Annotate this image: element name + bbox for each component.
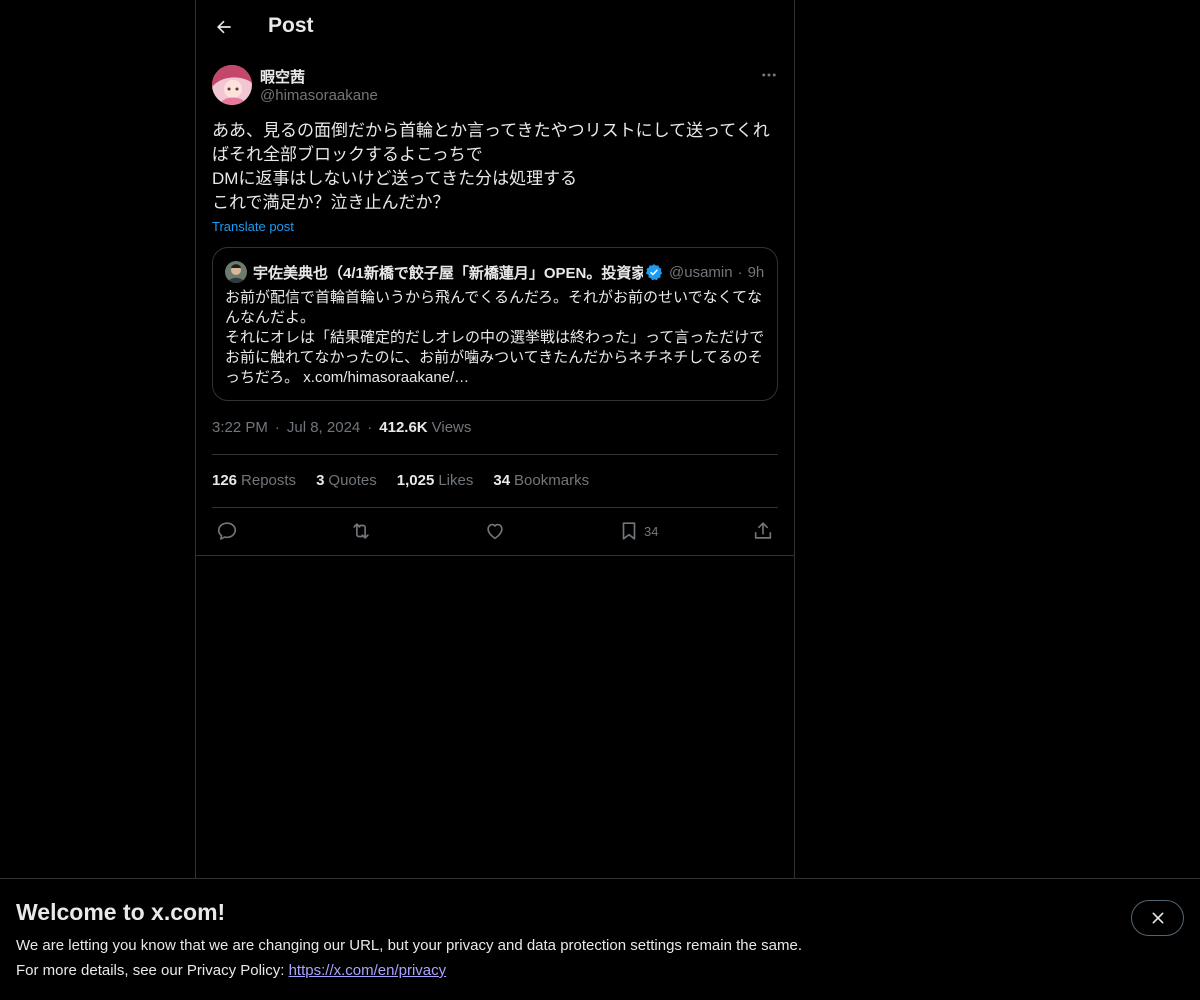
reply-button[interactable]: [216, 518, 238, 544]
author-handle[interactable]: @himasoraakane: [260, 87, 378, 104]
stat-count: 34: [493, 472, 511, 489]
quoted-post[interactable]: 宇佐美典也（4/1新橋で餃子屋「新橋蓮月」OPEN。投資家 @usamin · …: [212, 247, 778, 401]
post-time[interactable]: 3:22 PM: [212, 419, 268, 436]
close-icon: [1152, 912, 1163, 924]
bookmark-icon: [622, 522, 636, 540]
divider: [212, 454, 778, 455]
banner-title: Welcome to x.com!: [16, 899, 226, 925]
post-date[interactable]: Jul 8, 2024: [287, 419, 360, 436]
repost-icon: [353, 523, 369, 539]
quoted-post-header: 宇佐美典也（4/1新橋で餃子屋「新橋蓮月」OPEN。投資家 @usamin · …: [225, 260, 765, 284]
share-button[interactable]: [752, 518, 774, 544]
more-horizontal-icon: [762, 73, 776, 77]
quote-handle[interactable]: @usamin: [669, 264, 733, 281]
verified-badge-icon: [645, 264, 663, 281]
quote-avatar[interactable]: [225, 261, 247, 283]
stat-count: 3: [316, 472, 325, 489]
stat-label: Likes: [438, 472, 474, 489]
header: Post: [196, 0, 794, 53]
reply-icon: [217, 522, 237, 540]
banner-privacy-text: For more details, see our Privacy Policy…: [16, 962, 289, 979]
back-button[interactable]: [208, 11, 240, 43]
quote-url-link[interactable]: x.com/himasoraakane/…: [303, 369, 469, 386]
banner-message: We are letting you know that we are chan…: [16, 937, 802, 954]
views-count: 412.6K: [379, 419, 428, 436]
author-display-name[interactable]: 暇空茜: [260, 66, 305, 87]
views-label: Views: [431, 419, 472, 436]
bookmark-button[interactable]: 34: [618, 518, 658, 544]
primary-column: Post 暇空茜 @himasoraakane ああ、見るの面倒だから首輪とか言…: [195, 0, 795, 1000]
like-button[interactable]: [484, 518, 506, 544]
welcome-banner: Welcome to x.com! We are letting you kno…: [0, 878, 1200, 1000]
banner-privacy-line: For more details, see our Privacy Policy…: [16, 962, 446, 979]
more-options-button[interactable]: [756, 64, 782, 86]
bookmarks-stat[interactable]: 34 Bookmarks: [493, 472, 589, 489]
repost-button[interactable]: [350, 518, 372, 544]
quote-timestamp[interactable]: 9h: [748, 264, 765, 281]
post-line: これで満足か？泣き止んだか？: [212, 193, 450, 212]
stat-count: 126: [212, 472, 238, 489]
post-text: ああ、見るの面倒だから首輪とか言ってきたやつリストにして送ってくればそれ全部ブロ…: [212, 119, 780, 215]
quote-avatar-image: [225, 261, 247, 283]
meta-separator: ·: [274, 419, 280, 436]
likes-stat[interactable]: 1,025 Likes: [397, 472, 474, 489]
heart-icon: [487, 523, 503, 540]
post-line: ああ、見るの面倒だから首輪とか言ってきたやつリストにして送ってくればそれ全部ブロ…: [212, 121, 770, 164]
close-banner-button[interactable]: [1131, 900, 1184, 936]
bookmark-count: 34: [644, 523, 659, 539]
stat-label: Bookmarks: [514, 472, 590, 489]
post-meta: 3:22 PM · Jul 8, 2024 · 412.6K Views: [212, 419, 471, 436]
stat-label: Quotes: [328, 472, 377, 489]
reposts-stat[interactable]: 126 Reposts: [212, 472, 296, 489]
quote-display-name[interactable]: 宇佐美典也（4/1新橋で餃子屋「新橋蓮月」OPEN。投資家: [253, 262, 643, 283]
avatar[interactable]: [212, 65, 252, 105]
stat-label: Reposts: [241, 472, 297, 489]
quote-line: お前が配信で首輪首輪いうから飛んでくるんだろ。それがお前のせいでなくてなんなんだ…: [225, 289, 763, 326]
arrow-left-icon: [217, 20, 231, 34]
share-icon: [754, 522, 772, 539]
quotes-stat[interactable]: 3 Quotes: [316, 472, 377, 489]
meta-separator: ·: [367, 419, 373, 436]
stat-count: 1,025: [396, 472, 435, 489]
page-title: Post: [268, 14, 314, 37]
quote-separator: ·: [737, 263, 743, 281]
divider: [196, 555, 794, 556]
quote-text: お前が配信で首輪首輪いうから飛んでくるんだろ。それがお前のせいでなくてなんなんだ…: [225, 288, 767, 388]
privacy-policy-link[interactable]: https://x.com/en/privacy: [289, 962, 447, 979]
avatar-image: [212, 65, 252, 105]
translate-post-link[interactable]: Translate post: [212, 219, 294, 234]
post-line: DMに返事はしないけど送ってきた分は処理する: [212, 169, 578, 188]
quote-line: それにオレは「結果確定的だしオレの中の選挙戦は終わった」って言っただけでお前に触…: [225, 328, 767, 388]
engagement-stats: 126 Reposts 3 Quotes 1,025 Likes 34 Bookmark…: [212, 472, 609, 489]
action-bar: 34: [196, 508, 794, 555]
